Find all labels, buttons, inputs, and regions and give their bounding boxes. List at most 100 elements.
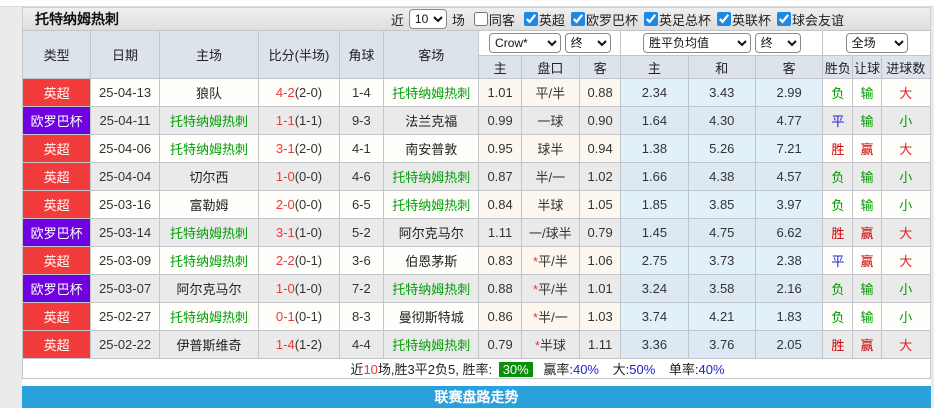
handicap-line: 半球 (520, 190, 581, 219)
handicap-away-odds: 1.03 (579, 302, 622, 331)
league-badge: 英超 (21, 134, 92, 163)
corner-score: 4-1 (338, 134, 384, 163)
league-badge: 英超 (21, 302, 92, 331)
wdl-avg-select[interactable]: 胜平负均值 (642, 33, 751, 53)
handicap-home-odds: 0.87 (478, 162, 522, 191)
handicap-away-odds: 1.11 (579, 330, 622, 359)
home-team[interactable]: 托特纳姆热刺 (158, 302, 260, 331)
avg-home-odds: 1.64 (620, 106, 689, 135)
recent-count-select[interactable]: 10 (408, 9, 447, 29)
summary-stat-label: 赢率: (543, 362, 573, 377)
home-team[interactable]: 托特纳姆热刺 (158, 218, 260, 247)
filter-controls: 近 10 场 同客 英超 欧罗巴杯 英足总杯 英联杯 球会友谊 (391, 9, 844, 29)
away-team[interactable]: 法兰克福 (382, 106, 480, 135)
team-stats-panel: 托特纳姆热刺 近 10 场 同客 英超 欧罗巴杯 英足总杯 英联杯 球会友谊 类型 日 (21, 7, 932, 408)
handicap-line: *半/一 (520, 302, 581, 331)
away-team[interactable]: 伯恩茅斯 (382, 246, 480, 275)
league-filter-英联杯[interactable]: 英联杯 (711, 10, 771, 29)
home-team[interactable]: 狼队 (158, 78, 260, 107)
score: 2-0(0-0) (258, 190, 340, 219)
result-handicap: 输 (852, 302, 882, 331)
corner-score: 4-6 (338, 162, 384, 191)
avg-home-odds: 2.75 (620, 246, 689, 275)
corner-score: 9-3 (338, 106, 384, 135)
home-team[interactable]: 伊普斯维奇 (158, 330, 260, 359)
result-goals: 大 (880, 246, 932, 275)
away-team[interactable]: 曼彻斯特城 (382, 302, 480, 331)
score: 4-2(2-0) (258, 78, 340, 107)
avg-away-odds: 2.05 (754, 330, 824, 359)
home-team[interactable]: 托特纳姆热刺 (158, 246, 260, 275)
match-date: 25-03-09 (90, 246, 160, 275)
col-header-home: 主场 (158, 30, 260, 79)
odds-company-select[interactable]: Crow* (489, 33, 562, 53)
away-team[interactable]: 托特纳姆热刺 (382, 78, 480, 107)
same-venue-checkbox[interactable] (473, 12, 488, 26)
league-filter-label: 欧罗巴杯 (585, 12, 638, 28)
away-team[interactable]: 托特纳姆热刺 (382, 190, 480, 219)
away-team[interactable]: 托特纳姆热刺 (382, 162, 480, 191)
result-wdl: 平 (822, 246, 854, 275)
handicap-away-odds: 0.94 (579, 134, 622, 163)
summary-middle: 场,胜3平2负5, 胜率: (377, 362, 493, 377)
result-goals: 大 (880, 134, 932, 163)
corner-score: 6-5 (338, 190, 384, 219)
handicap-line: *平/半 (520, 246, 581, 275)
match-date: 25-04-13 (90, 78, 160, 107)
league-checkbox[interactable] (716, 12, 731, 26)
avg-away-odds: 3.97 (754, 190, 824, 219)
away-team[interactable]: 托特纳姆热刺 (382, 330, 480, 359)
league-badge: 欧罗巴杯 (21, 106, 92, 135)
avg-home-odds: 3.74 (620, 302, 689, 331)
league-checkbox[interactable] (643, 12, 658, 26)
league-checkbox[interactable] (776, 12, 791, 26)
avg-away-odds: 1.83 (754, 302, 824, 331)
result-wdl: 负 (822, 162, 854, 191)
home-team[interactable]: 切尔西 (158, 162, 260, 191)
match-date: 25-04-04 (90, 162, 160, 191)
corner-score: 4-4 (338, 330, 384, 359)
same-venue-filter[interactable]: 同客 (468, 10, 515, 29)
league-filter-球会友谊[interactable]: 球会友谊 (771, 10, 844, 29)
handicap-group-header: Crow* 终 (478, 30, 622, 56)
home-team[interactable]: 富勒姆 (158, 190, 260, 219)
avg-draw-odds: 5.26 (687, 134, 756, 163)
result-wdl: 负 (822, 190, 854, 219)
handicap-home-odds: 0.84 (478, 190, 522, 219)
avg-draw-odds: 3.76 (687, 330, 756, 359)
score: 1-0(0-0) (258, 162, 340, 191)
home-team[interactable]: 托特纳姆热刺 (158, 106, 260, 135)
away-team[interactable]: 阿尔克马尔 (382, 218, 480, 247)
league-filter-欧罗巴杯[interactable]: 欧罗巴杯 (565, 10, 638, 29)
matches-label: 场 (451, 12, 465, 28)
away-team[interactable]: 南安普敦 (382, 134, 480, 163)
avg-draw-odds: 3.43 (687, 78, 756, 107)
handicap-home-odds: 0.79 (478, 330, 522, 359)
summary-stat-label: 大: (612, 362, 630, 377)
fulltime-group-header: 全场 (822, 30, 931, 56)
team-title: 托特纳姆热刺 (35, 11, 119, 27)
league-filter-英足总杯[interactable]: 英足总杯 (638, 10, 711, 29)
home-team[interactable]: 托特纳姆热刺 (158, 134, 260, 163)
col-header-wdl-away: 客 (754, 55, 824, 79)
avg-away-odds: 2.99 (754, 78, 824, 107)
league-checkbox[interactable] (523, 12, 538, 26)
result-wdl: 负 (822, 274, 854, 303)
top-strip (0, 0, 934, 7)
league-filter-英超[interactable]: 英超 (518, 10, 565, 29)
summary-win-rate-badge: 30% (498, 362, 533, 377)
away-team[interactable]: 托特纳姆热刺 (382, 274, 480, 303)
avg-home-odds: 2.34 (620, 78, 689, 107)
league-badge: 英超 (21, 78, 92, 107)
fulltime-scope-select[interactable]: 全场 (845, 33, 908, 53)
handicap-final-select[interactable]: 终 (564, 33, 611, 53)
avg-away-odds: 4.57 (754, 162, 824, 191)
handicap-home-odds: 0.95 (478, 134, 522, 163)
avg-home-odds: 3.36 (620, 330, 689, 359)
avg-away-odds: 6.62 (754, 218, 824, 247)
match-row: 英超 25-04-06 托特纳姆热刺 3-1(2-0) 4-1 南安普敦 0.95 球半 0.9… (21, 134, 932, 163)
wdl-final-select[interactable]: 终 (754, 33, 801, 53)
handicap-away-odds: 0.88 (579, 78, 622, 107)
league-checkbox[interactable] (570, 12, 585, 26)
home-team[interactable]: 阿尔克马尔 (158, 274, 260, 303)
